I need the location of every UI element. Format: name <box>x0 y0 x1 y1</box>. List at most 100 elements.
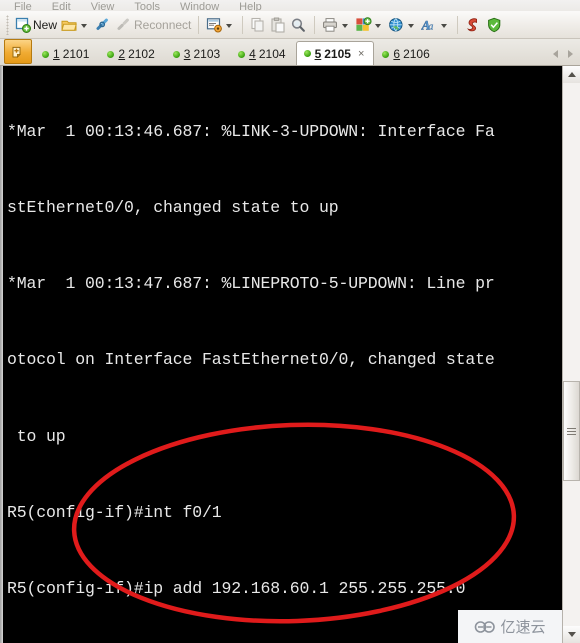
connect-icon <box>96 18 108 30</box>
tab-2104[interactable]: 4 2104 <box>230 42 295 65</box>
tab-status-dot <box>107 50 115 58</box>
scroll-up-button[interactable] <box>563 66 580 83</box>
new-tab-icon <box>12 46 21 58</box>
terminal-output[interactable]: *Mar 1 00:13:46.687: %LINK-3-UPDOWN: Int… <box>3 66 559 643</box>
copy-icon <box>251 17 264 32</box>
menu-item-tools[interactable]: Tools <box>134 2 160 12</box>
security-button[interactable] <box>484 14 505 36</box>
tab-label: 2104 <box>258 47 286 61</box>
watermark: 亿速云 <box>458 610 562 643</box>
scroll-up-arrow-icon <box>567 72 576 77</box>
tab-index: 1 <box>53 47 60 61</box>
tab-status-dot <box>238 50 246 58</box>
tab-label: 2102 <box>128 47 155 61</box>
cloud-logo-icon <box>475 620 496 633</box>
terminal-line: R5(config-if)#ip add 192.168.60.1 255.25… <box>7 579 466 599</box>
tab-bar: 1 2101 2 2102 3 2103 4 2104 5 2105 × 6 2… <box>0 39 580 66</box>
menu-item-file[interactable]: File <box>14 2 32 12</box>
print-icon <box>323 17 338 32</box>
toolbar: New Reconnect A a <box>0 11 580 39</box>
menu-item-view[interactable]: View <box>91 2 115 12</box>
close-icon[interactable]: × <box>358 48 364 60</box>
menu-bar: File Edit View Tools Window Help <box>0 0 580 11</box>
new-tab-button[interactable] <box>4 39 32 64</box>
font-dropdown-caret[interactable] <box>441 24 448 28</box>
terminal-line: otocol on Interface FastEthernet0/0, cha… <box>7 350 495 370</box>
open-folder-dropdown-caret[interactable] <box>81 24 88 28</box>
tab-2106[interactable]: 6 2106 <box>374 42 439 65</box>
script-icon <box>467 17 478 31</box>
tab-2101[interactable]: 1 2101 <box>34 42 99 65</box>
toolbar-separator-3 <box>314 15 316 34</box>
terminal-line: stEthernet0/0, changed state to up <box>7 198 339 218</box>
toolbar-drag-handle[interactable] <box>6 14 9 35</box>
reconnect-icon <box>117 18 129 30</box>
copy-button[interactable] <box>248 14 268 36</box>
scroll-thumb-grip-icon <box>567 427 576 435</box>
chevron-left-icon[interactable] <box>553 49 558 58</box>
reconnect-button[interactable]: Reconnect <box>113 14 193 36</box>
script-button[interactable] <box>463 14 484 36</box>
print-button[interactable] <box>320 14 353 36</box>
web-button[interactable] <box>386 14 419 36</box>
tab-status-dot <box>382 50 390 58</box>
terminal-line: *Mar 1 00:13:47.687: %LINEPROTO-5-UPDOWN… <box>7 274 495 294</box>
log-session-icon <box>356 16 372 31</box>
connect-button[interactable] <box>92 14 113 36</box>
tab-label: 2103 <box>193 47 221 61</box>
toolbar-separator-4 <box>457 15 459 34</box>
find-button[interactable] <box>288 14 309 36</box>
scrollbar-thumb[interactable] <box>563 381 580 481</box>
terminal-line: R5(config-if)#int f0/1 <box>7 502 222 522</box>
vertical-scrollbar[interactable] <box>562 66 580 643</box>
menu-item-window[interactable]: Window <box>180 2 219 12</box>
shield-icon <box>488 17 501 32</box>
tab-index: 6 <box>393 47 401 61</box>
new-session-button[interactable]: New <box>13 14 59 36</box>
open-folder-icon <box>61 20 77 31</box>
tab-status-dot <box>172 50 180 58</box>
menu-item-help[interactable]: Help <box>239 2 262 12</box>
globe-icon <box>389 17 403 31</box>
scrollbar-track[interactable] <box>563 83 580 626</box>
web-dropdown-caret[interactable] <box>408 24 415 28</box>
font-button[interactable]: A a <box>419 14 452 36</box>
search-icon <box>292 17 306 32</box>
tab-label: 2101 <box>62 47 90 61</box>
menu-item-edit[interactable]: Edit <box>52 2 71 12</box>
toolbar-separator-1 <box>198 15 200 34</box>
session-options-button[interactable] <box>204 14 237 36</box>
tab-index: 2 <box>118 47 126 61</box>
tab-index: 5 <box>314 46 322 61</box>
tab-label: 2105 <box>324 46 351 61</box>
terminal-pane[interactable]: *Mar 1 00:13:46.687: %LINK-3-UPDOWN: Int… <box>0 66 580 643</box>
open-session-button[interactable] <box>59 14 92 36</box>
reconnect-label: Reconnect <box>134 17 192 32</box>
font-icon: A a <box>421 17 434 32</box>
scroll-down-button[interactable] <box>563 626 580 643</box>
svg-text:a: a <box>429 21 434 32</box>
session-options-icon <box>207 17 223 33</box>
tab-2103[interactable]: 3 2103 <box>165 42 230 65</box>
terminal-line: *Mar 1 00:13:46.687: %LINK-3-UPDOWN: Int… <box>7 121 495 141</box>
tab-label: 2106 <box>403 47 430 61</box>
securecrt-window: File Edit View Tools Window Help New Rec… <box>0 0 580 643</box>
toolbar-separator-2 <box>242 15 244 34</box>
tab-status-dot <box>42 50 49 58</box>
chevron-right-icon[interactable] <box>568 49 573 58</box>
tab-2105-active[interactable]: 5 2105 × <box>295 41 375 65</box>
log-session-button[interactable] <box>353 14 386 36</box>
tab-navigation <box>548 42 580 65</box>
tab-index: 4 <box>249 47 256 61</box>
paste-icon <box>271 17 285 33</box>
scroll-down-arrow-icon <box>567 632 576 637</box>
print-dropdown-caret[interactable] <box>342 24 349 28</box>
session-options-dropdown-caret[interactable] <box>226 24 233 28</box>
tab-index: 3 <box>183 47 191 61</box>
tab-2102[interactable]: 2 2102 <box>99 42 164 65</box>
terminal-line: to up <box>7 426 66 446</box>
new-session-label: New <box>33 17 58 32</box>
paste-button[interactable] <box>268 14 288 36</box>
log-session-dropdown-caret[interactable] <box>375 24 382 28</box>
tab-status-dot <box>303 50 311 57</box>
